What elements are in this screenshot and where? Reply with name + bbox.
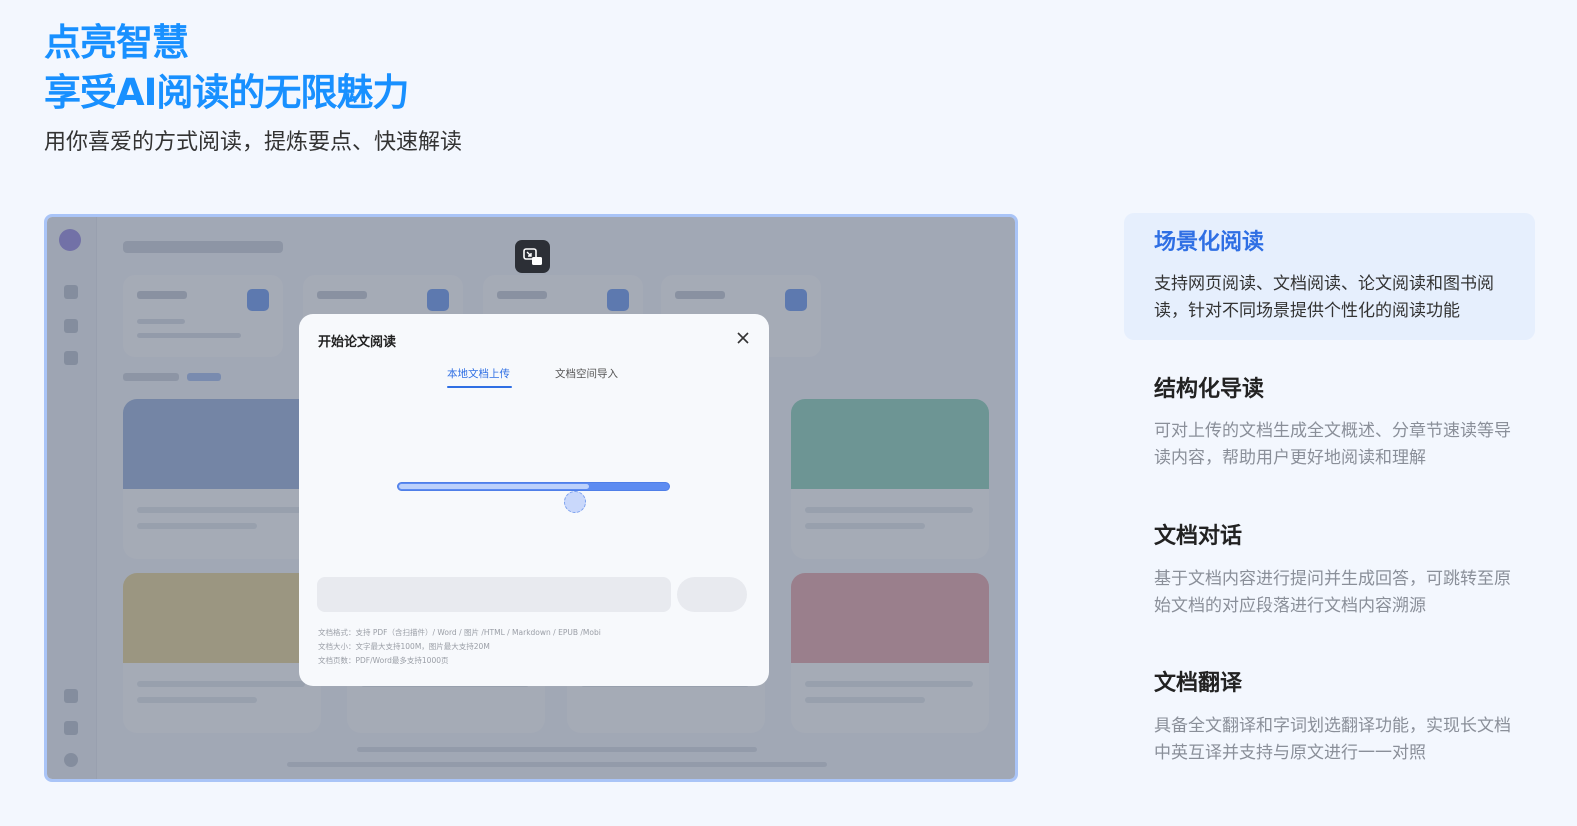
- collapse-icon: [522, 247, 542, 265]
- feature-desc-scenario: 支持网页阅读、文档阅读、论文阅读和图书阅读，针对不同场景提供个性化的阅读功能: [1154, 274, 1494, 321]
- paper-reading-modal: 开始论文阅读 本地文档上传 文档空间导入 文档格式：支持 PDF（含扫描件）/ …: [299, 314, 769, 686]
- hero-title-line1: 点亮智慧: [44, 21, 189, 64]
- feature-title-translate[interactable]: 文档翻译: [1154, 669, 1242, 699]
- tab-space-import[interactable]: 文档空间导入: [555, 366, 618, 381]
- size-note: 文档大小：文字最大支持100M，图片最大支持20M: [318, 642, 490, 651]
- pages-note: 文档页数：PDF/Word最多支持1000页: [318, 656, 449, 665]
- modal-title: 开始论文阅读: [318, 335, 397, 350]
- feature-title-chat[interactable]: 文档对话: [1154, 522, 1242, 552]
- upload-progress-bar: [397, 482, 670, 491]
- format-note: 文档格式：支持 PDF（含扫描件）/ Word / 图片 /HTML / Mar…: [318, 628, 601, 637]
- collapse-button[interactable]: [515, 240, 550, 273]
- close-icon[interactable]: [735, 330, 751, 346]
- feature-desc-chat: 基于文档内容进行提问并生成回答，可跳转至原始文档的对应段落进行文档内容溯源: [1154, 569, 1511, 616]
- feature-desc-translate: 具备全文翻译和字词划选翻译功能，实现长文档中英互译并支持与原文进行一一对照: [1154, 716, 1511, 763]
- upload-progress-fill: [399, 484, 589, 489]
- url-submit-button[interactable]: [677, 577, 747, 612]
- hero-title-line2: 享受AI阅读的无限魅力: [44, 71, 409, 114]
- drag-cursor-indicator: [564, 491, 586, 513]
- feature-title-scenario[interactable]: 场景化阅读: [1154, 228, 1264, 258]
- hero-subtitle: 用你喜爱的方式阅读，提炼要点、快速解读: [44, 130, 463, 155]
- product-screenshot: 开始论文阅读 本地文档上传 文档空间导入 文档格式：支持 PDF（含扫描件）/ …: [44, 214, 1018, 782]
- feature-title-structure[interactable]: 结构化导读: [1154, 375, 1264, 405]
- feature-desc-structure: 可对上传的文档生成全文概述、分章节速读等导读内容，帮助用户更好地阅读和理解: [1154, 421, 1511, 468]
- tab-local-upload[interactable]: 本地文档上传: [447, 366, 510, 381]
- active-tab-indicator: [447, 386, 512, 388]
- url-input[interactable]: [317, 577, 671, 612]
